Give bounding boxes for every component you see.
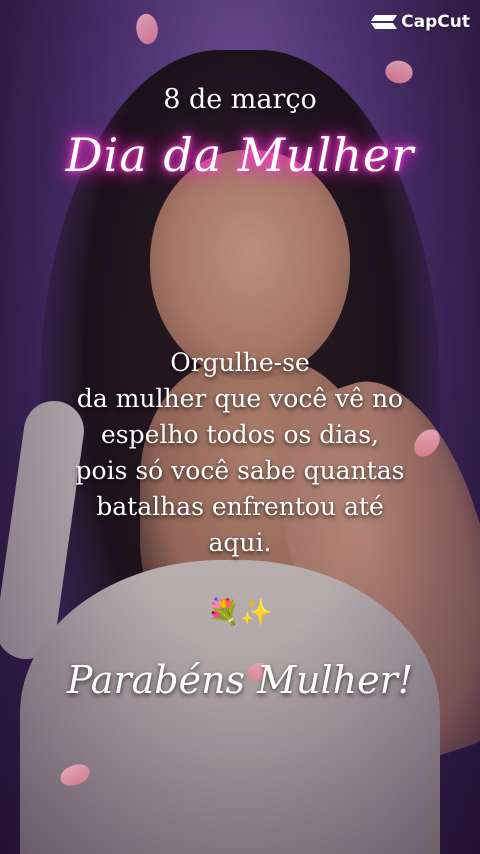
title-heading: Dia da Mulher (65, 128, 415, 182)
quote-line: Orgulhe-se (170, 348, 310, 377)
quote-line: pois só você sabe quantas (75, 456, 405, 485)
story-frame: CapCut 8 de março Dia da Mulher Orgulhe-… (0, 0, 480, 854)
capcut-logo-icon (373, 13, 395, 31)
capcut-watermark: CapCut (373, 12, 470, 32)
quote-line: aqui. (208, 528, 272, 557)
closing-greeting: Parabéns Mulher! (66, 658, 414, 702)
date-heading: 8 de março (163, 84, 317, 115)
quote-line: espelho todos os dias, (101, 420, 379, 449)
brand-name: CapCut (401, 12, 470, 32)
quote-line: da mulher que você vê no (76, 384, 404, 413)
quote-message: Orgulhe-se da mulher que você vê no espe… (40, 345, 440, 561)
bouquet-sparkles-icon: 💐✨ (207, 598, 273, 628)
quote-line: batalhas enfrentou até (96, 492, 384, 521)
